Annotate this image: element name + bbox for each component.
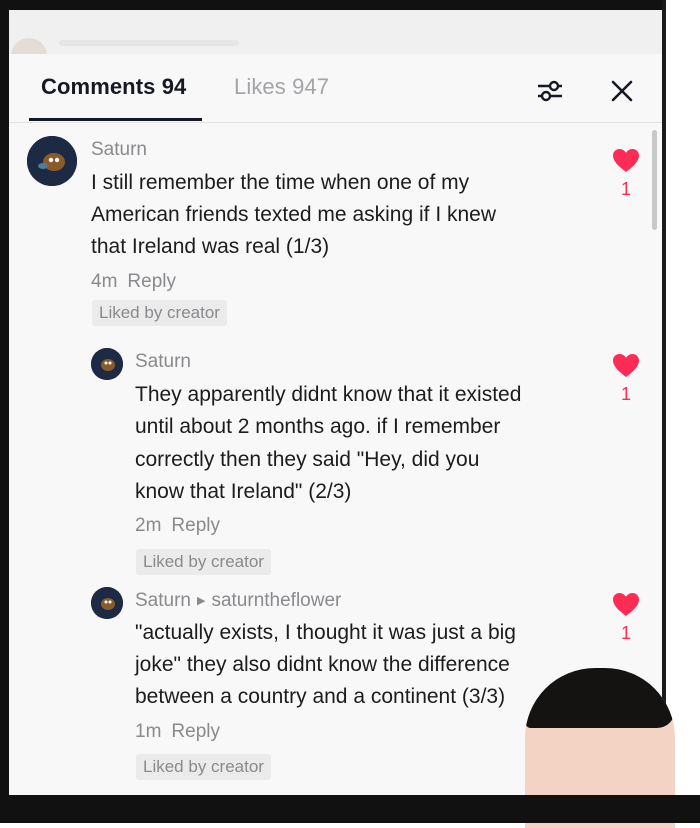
window-frame-left <box>0 0 9 823</box>
comment-username[interactable]: Saturn <box>135 351 191 373</box>
comment-time: 1m <box>135 721 162 742</box>
comment-meta: 4m Reply <box>91 271 176 293</box>
active-tab-indicator <box>29 118 202 121</box>
comments-header: Comments 94 Likes 947 <box>9 54 662 123</box>
like-count: 1 <box>620 384 631 404</box>
like-count: 1 <box>620 623 631 643</box>
close-icon[interactable] <box>609 78 635 104</box>
comment-text-line: correctly then they said "Hey, did you <box>135 448 480 471</box>
liked-by-creator-badge: Liked by creator <box>92 300 227 326</box>
previous-content-peek <box>9 10 662 74</box>
blurred-text <box>59 40 239 46</box>
filter-sliders-icon[interactable] <box>535 78 565 104</box>
comment-text-line: joke" they also didnt know the differenc… <box>135 653 510 676</box>
comment-username[interactable]: Saturn <box>91 139 147 161</box>
comment-text-line: between a country and a continent (3/3) <box>135 685 506 708</box>
reply-button[interactable]: Reply <box>171 515 220 536</box>
heart-icon[interactable] <box>612 148 640 174</box>
avatar-image <box>91 348 123 380</box>
avatar[interactable] <box>91 348 123 380</box>
comment-time: 4m <box>91 271 118 292</box>
comment-text-line: American friends texted me asking if I k… <box>91 203 497 226</box>
reply-button[interactable]: Reply <box>127 271 176 292</box>
reply-to-username[interactable]: saturntheflower <box>211 590 341 611</box>
liked-by-creator-badge: Liked by creator <box>136 754 271 780</box>
tab-comments[interactable]: Comments 94 <box>41 74 186 100</box>
like-count: 1 <box>620 179 631 199</box>
window-frame-top <box>0 0 700 10</box>
comment-text-line: I still remember the time when one of my <box>91 171 470 194</box>
comment-text-line: "actually exists, I thought it was just … <box>135 621 516 644</box>
heart-icon[interactable] <box>612 353 640 379</box>
avatar-image <box>91 587 123 619</box>
comment-author[interactable]: Saturn <box>135 590 191 611</box>
avatar-image <box>27 136 77 186</box>
comment-text-line: until about 2 months ago. if I remember <box>135 415 501 438</box>
comment-text-line: They apparently didnt know that it exist… <box>135 383 522 406</box>
window-frame-bottom <box>0 795 700 823</box>
reply-button[interactable]: Reply <box>171 721 220 742</box>
comment-text-line: that Ireland was real (1/3) <box>91 235 330 258</box>
tab-likes[interactable]: Likes 947 <box>234 74 329 100</box>
comment-meta: 2m Reply <box>135 515 220 537</box>
avatar[interactable] <box>27 136 77 186</box>
comment-meta: 1m Reply <box>135 721 220 743</box>
liked-by-creator-badge: Liked by creator <box>136 549 271 575</box>
comment-username: Saturn ▶ saturntheflower <box>135 590 341 612</box>
scrollbar[interactable] <box>652 130 657 230</box>
comment-time: 2m <box>135 515 162 536</box>
reply-arrow-icon: ▶ <box>196 595 206 607</box>
heart-icon[interactable] <box>612 592 640 618</box>
creator-hair <box>525 668 675 728</box>
avatar[interactable] <box>91 587 123 619</box>
comment-text-line: know that Ireland" (2/3) <box>135 480 352 503</box>
